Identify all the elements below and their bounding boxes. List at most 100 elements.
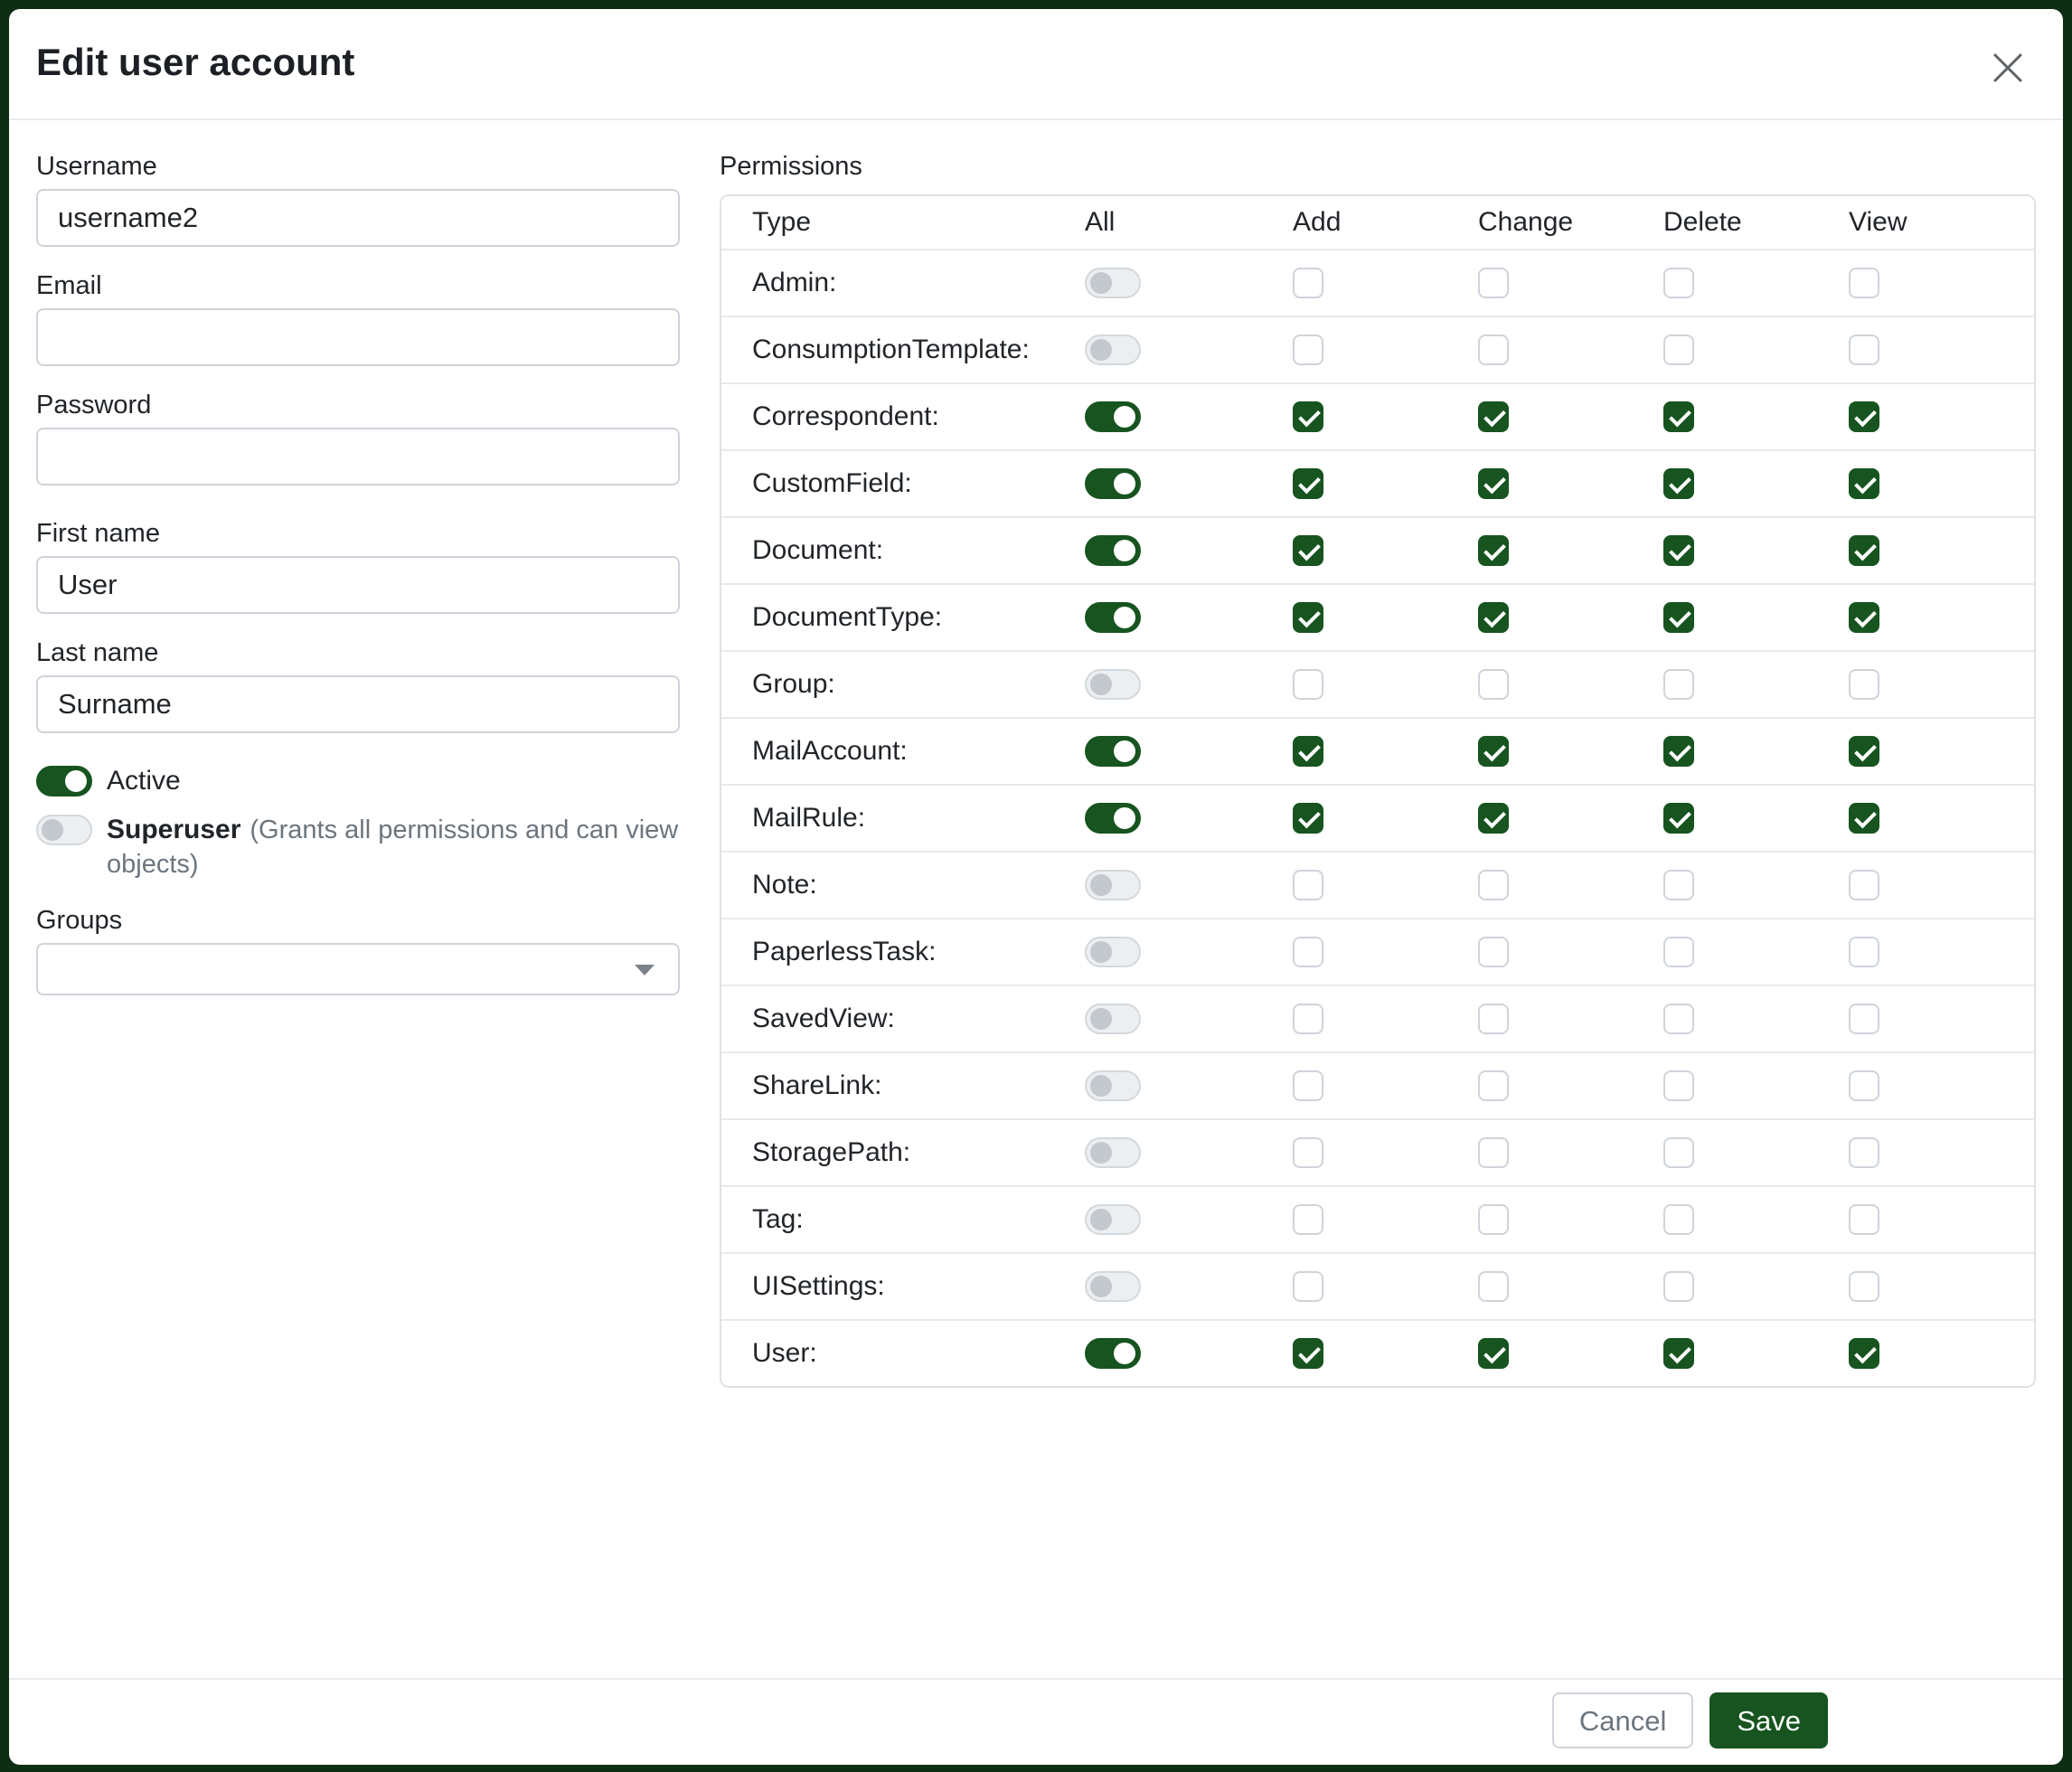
checkbox-correspondent-view[interactable] (1849, 401, 1879, 432)
checkbox-user-change[interactable] (1478, 1338, 1509, 1369)
checkbox-customfield-delete[interactable] (1663, 468, 1694, 499)
checkbox-mailaccount-view[interactable] (1849, 736, 1879, 767)
checkbox-customfield-add[interactable] (1293, 468, 1323, 499)
active-toggle[interactable] (36, 766, 92, 796)
username-label: Username (36, 151, 680, 182)
last-name-label: Last name (36, 637, 680, 668)
checkbox-documenttype-add[interactable] (1293, 602, 1323, 633)
username-input[interactable] (36, 189, 680, 247)
groups-select[interactable] (36, 943, 680, 995)
checkbox-documenttype-view[interactable] (1849, 602, 1879, 633)
toggle-user-all[interactable] (1085, 1338, 1141, 1369)
checkbox-document-add[interactable] (1293, 535, 1323, 566)
checkbox-paperlesstask-add[interactable] (1293, 937, 1323, 967)
toggle-paperlesstask-all[interactable] (1085, 937, 1141, 967)
checkbox-correspondent-delete[interactable] (1663, 401, 1694, 432)
superuser-toggle[interactable] (36, 815, 92, 845)
checkbox-document-delete[interactable] (1663, 535, 1694, 566)
permission-type-label: Document: (752, 535, 1085, 566)
checkbox-consumptiontemplate-change[interactable] (1478, 335, 1509, 365)
checkbox-mailrule-add[interactable] (1293, 803, 1323, 834)
close-button[interactable] (1983, 43, 2032, 95)
email-input[interactable] (36, 308, 680, 366)
toggle-sharelink-all[interactable] (1085, 1070, 1141, 1101)
checkbox-uisettings-add[interactable] (1293, 1271, 1323, 1302)
toggle-correspondent-all[interactable] (1085, 401, 1141, 432)
toggle-consumptiontemplate-all[interactable] (1085, 335, 1141, 365)
checkbox-uisettings-view[interactable] (1849, 1271, 1879, 1302)
checkbox-document-change[interactable] (1478, 535, 1509, 566)
toggle-storagepath-all[interactable] (1085, 1137, 1141, 1168)
checkbox-note-add[interactable] (1293, 870, 1323, 900)
checkbox-mailaccount-add[interactable] (1293, 736, 1323, 767)
toggle-admin-all[interactable] (1085, 268, 1141, 298)
superuser-text: Superuser (Grants all permissions and ca… (107, 813, 680, 881)
toggle-documenttype-all[interactable] (1085, 602, 1141, 633)
checkbox-documenttype-delete[interactable] (1663, 602, 1694, 633)
checkbox-mailrule-view[interactable] (1849, 803, 1879, 834)
checkbox-mailrule-change[interactable] (1478, 803, 1509, 834)
save-button[interactable]: Save (1709, 1692, 1828, 1748)
checkbox-tag-change[interactable] (1478, 1204, 1509, 1235)
checkbox-mailrule-delete[interactable] (1663, 803, 1694, 834)
toggle-group-all[interactable] (1085, 669, 1141, 700)
checkbox-storagepath-add[interactable] (1293, 1137, 1323, 1168)
toggle-document-all[interactable] (1085, 535, 1141, 566)
checkbox-consumptiontemplate-delete[interactable] (1663, 335, 1694, 365)
checkbox-savedview-change[interactable] (1478, 1004, 1509, 1034)
toggle-savedview-all[interactable] (1085, 1004, 1141, 1034)
checkbox-admin-add[interactable] (1293, 268, 1323, 298)
checkbox-savedview-delete[interactable] (1663, 1004, 1694, 1034)
checkbox-correspondent-change[interactable] (1478, 401, 1509, 432)
checkbox-savedview-add[interactable] (1293, 1004, 1323, 1034)
checkbox-user-view[interactable] (1849, 1338, 1879, 1369)
checkbox-paperlesstask-view[interactable] (1849, 937, 1879, 967)
checkbox-sharelink-view[interactable] (1849, 1070, 1879, 1101)
checkbox-savedview-view[interactable] (1849, 1004, 1879, 1034)
checkbox-document-view[interactable] (1849, 535, 1879, 566)
checkbox-uisettings-delete[interactable] (1663, 1271, 1694, 1302)
checkbox-mailaccount-change[interactable] (1478, 736, 1509, 767)
checkbox-consumptiontemplate-add[interactable] (1293, 335, 1323, 365)
checkbox-paperlesstask-change[interactable] (1478, 937, 1509, 967)
checkbox-consumptiontemplate-view[interactable] (1849, 335, 1879, 365)
checkbox-mailaccount-delete[interactable] (1663, 736, 1694, 767)
checkbox-sharelink-add[interactable] (1293, 1070, 1323, 1101)
checkbox-tag-add[interactable] (1293, 1204, 1323, 1235)
checkbox-storagepath-change[interactable] (1478, 1137, 1509, 1168)
checkbox-documenttype-change[interactable] (1478, 602, 1509, 633)
toggle-mailaccount-all[interactable] (1085, 736, 1141, 767)
checkbox-group-change[interactable] (1478, 669, 1509, 700)
toggle-customfield-all[interactable] (1085, 468, 1141, 499)
password-input[interactable] (36, 428, 680, 485)
checkbox-note-delete[interactable] (1663, 870, 1694, 900)
checkbox-user-add[interactable] (1293, 1338, 1323, 1369)
checkbox-storagepath-delete[interactable] (1663, 1137, 1694, 1168)
checkbox-sharelink-delete[interactable] (1663, 1070, 1694, 1101)
checkbox-group-delete[interactable] (1663, 669, 1694, 700)
checkbox-correspondent-add[interactable] (1293, 401, 1323, 432)
cancel-button[interactable]: Cancel (1552, 1692, 1694, 1748)
checkbox-storagepath-view[interactable] (1849, 1137, 1879, 1168)
checkbox-tag-delete[interactable] (1663, 1204, 1694, 1235)
toggle-note-all[interactable] (1085, 870, 1141, 900)
checkbox-note-view[interactable] (1849, 870, 1879, 900)
checkbox-customfield-view[interactable] (1849, 468, 1879, 499)
checkbox-group-add[interactable] (1293, 669, 1323, 700)
checkbox-sharelink-change[interactable] (1478, 1070, 1509, 1101)
checkbox-admin-change[interactable] (1478, 268, 1509, 298)
toggle-tag-all[interactable] (1085, 1204, 1141, 1235)
checkbox-group-view[interactable] (1849, 669, 1879, 700)
checkbox-tag-view[interactable] (1849, 1204, 1879, 1235)
checkbox-paperlesstask-delete[interactable] (1663, 937, 1694, 967)
checkbox-user-delete[interactable] (1663, 1338, 1694, 1369)
toggle-uisettings-all[interactable] (1085, 1271, 1141, 1302)
checkbox-admin-view[interactable] (1849, 268, 1879, 298)
toggle-mailrule-all[interactable] (1085, 803, 1141, 834)
checkbox-admin-delete[interactable] (1663, 268, 1694, 298)
checkbox-uisettings-change[interactable] (1478, 1271, 1509, 1302)
checkbox-customfield-change[interactable] (1478, 468, 1509, 499)
last-name-input[interactable] (36, 675, 680, 733)
first-name-input[interactable] (36, 556, 680, 614)
checkbox-note-change[interactable] (1478, 870, 1509, 900)
